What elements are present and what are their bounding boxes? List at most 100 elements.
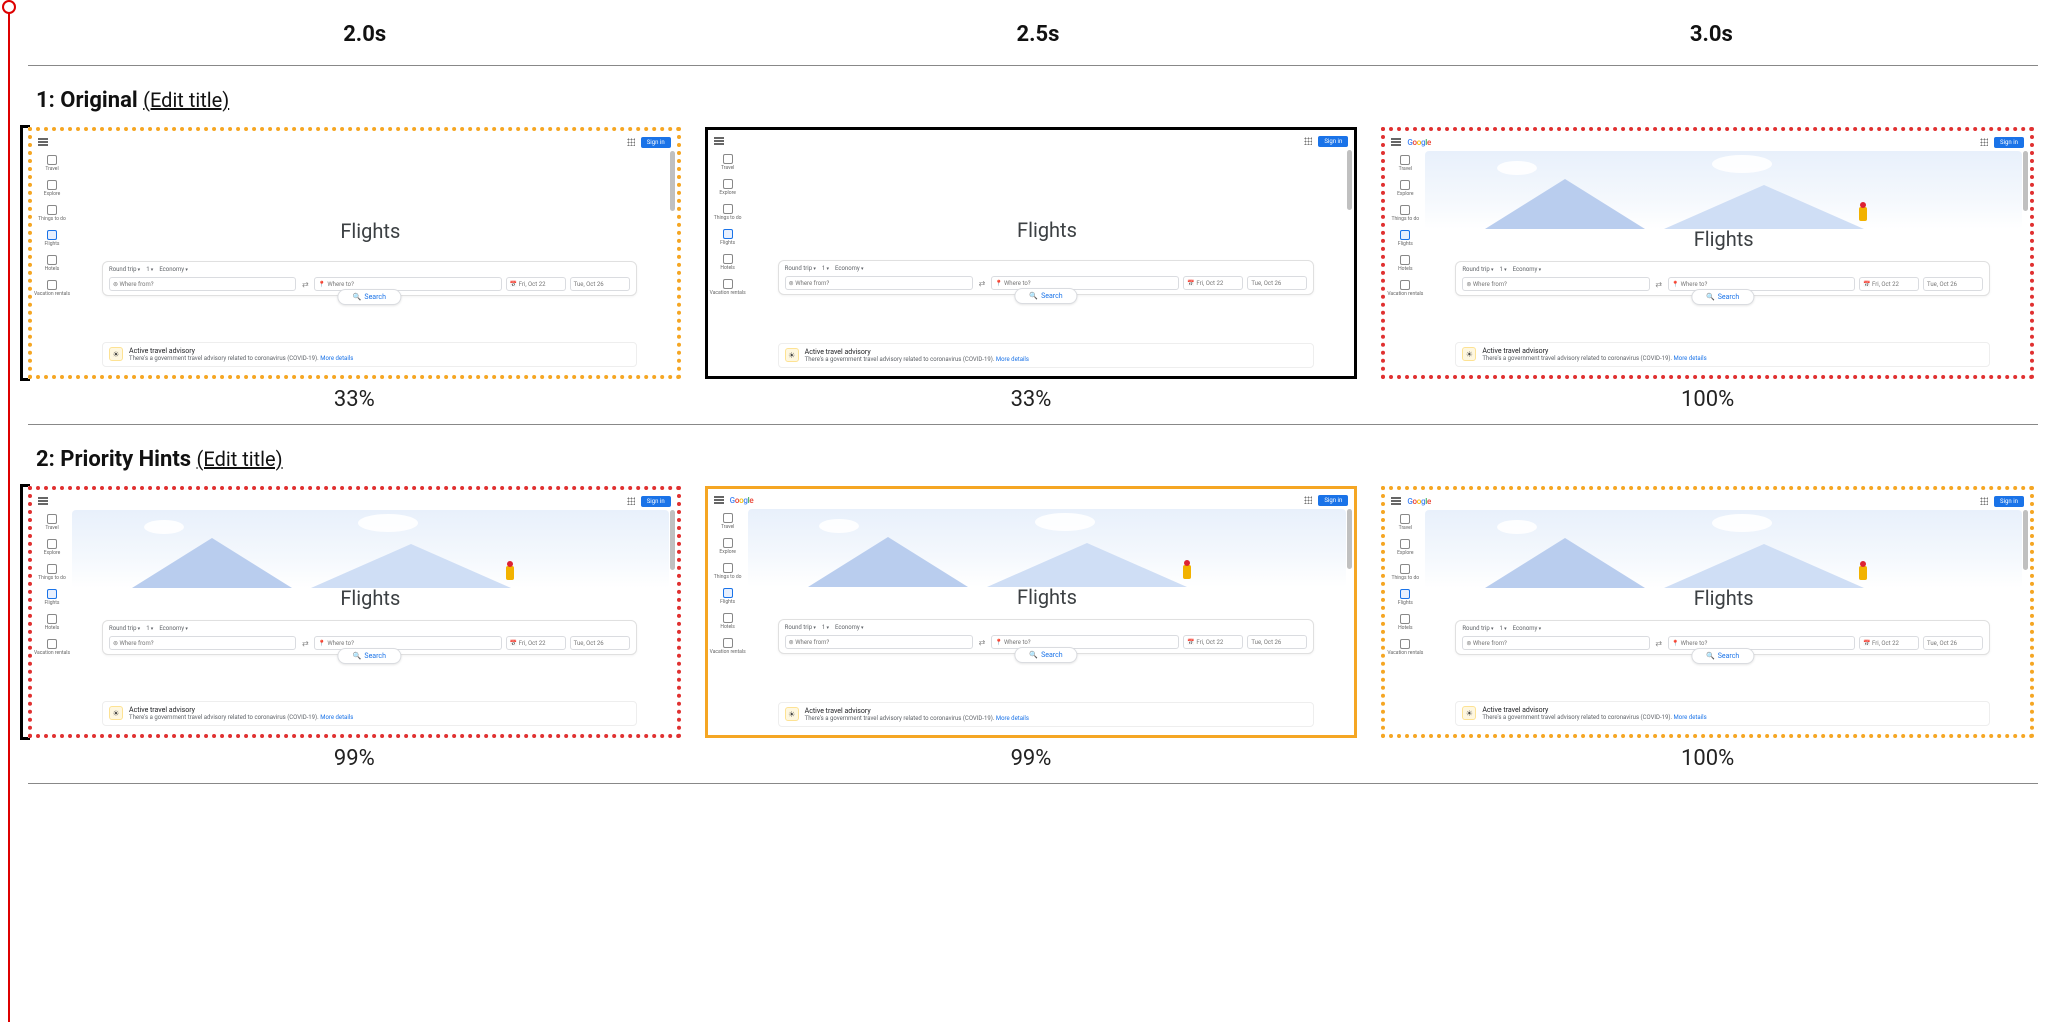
search-button[interactable]: 🔍Search xyxy=(338,648,401,664)
screenshot-frame[interactable]: Google Sign in Travel Explore Things to … xyxy=(705,486,1358,738)
screenshot-frame[interactable]: Google Sign in Travel Explore Things to … xyxy=(705,127,1358,379)
sidebar-rentals-icon[interactable] xyxy=(1400,280,1410,290)
sidebar-rentals-icon[interactable] xyxy=(47,639,57,649)
hamburger-icon[interactable] xyxy=(38,138,48,146)
passengers-chip[interactable]: 1 xyxy=(822,624,829,631)
sidebar-rentals-icon[interactable] xyxy=(47,280,57,290)
sidebar-hotels-icon[interactable] xyxy=(723,613,733,623)
apps-grid-icon[interactable] xyxy=(1980,138,1988,146)
apps-grid-icon[interactable] xyxy=(1304,496,1312,504)
search-button[interactable]: 🔍Search xyxy=(1691,289,1754,305)
sidebar-explore-icon[interactable] xyxy=(1400,539,1410,549)
apps-grid-icon[interactable] xyxy=(1980,497,1988,505)
sidebar-things-icon[interactable] xyxy=(47,564,57,574)
scrollbar[interactable] xyxy=(1347,150,1352,210)
depart-date-input[interactable]: 📅 Fri, Oct 22 xyxy=(1859,636,1919,650)
trip-type-chip[interactable]: Round trip xyxy=(1462,625,1493,632)
hamburger-icon[interactable] xyxy=(1391,138,1401,146)
trip-type-chip[interactable]: Round trip xyxy=(785,624,816,631)
sidebar-travel-icon[interactable] xyxy=(47,514,57,524)
hamburger-icon[interactable] xyxy=(714,137,724,145)
apps-grid-icon[interactable] xyxy=(627,497,635,505)
return-date-input[interactable]: Tue, Oct 26 xyxy=(1923,277,1983,291)
trip-type-chip[interactable]: Round trip xyxy=(109,625,140,632)
return-date-input[interactable]: Tue, Oct 26 xyxy=(570,636,630,650)
advisory-more-link[interactable]: More details xyxy=(1674,714,1707,721)
edit-title-link[interactable]: (Edit title) xyxy=(197,447,283,471)
screenshot-frame[interactable]: Google Sign in Travel Explore Things to … xyxy=(1381,486,2034,738)
hamburger-icon[interactable] xyxy=(1391,497,1401,505)
advisory-more-link[interactable]: More details xyxy=(320,714,353,721)
sidebar-rentals-icon[interactable] xyxy=(1400,639,1410,649)
scrollbar[interactable] xyxy=(2023,151,2028,211)
sign-in-button[interactable]: Sign in xyxy=(1318,136,1348,147)
depart-date-input[interactable]: 📅 Fri, Oct 22 xyxy=(1859,277,1919,291)
passengers-chip[interactable]: 1 xyxy=(1500,625,1507,632)
sidebar-travel-icon[interactable] xyxy=(723,513,733,523)
class-chip[interactable]: Economy xyxy=(835,624,864,631)
return-date-input[interactable]: Tue, Oct 26 xyxy=(1247,276,1307,290)
depart-date-input[interactable]: 📅 Fri, Oct 22 xyxy=(1183,276,1243,290)
sidebar-things-icon[interactable] xyxy=(723,563,733,573)
sidebar-flights-icon[interactable] xyxy=(723,588,733,598)
sidebar-travel-icon[interactable] xyxy=(1400,155,1410,165)
advisory-more-link[interactable]: More details xyxy=(996,356,1029,363)
sign-in-button[interactable]: Sign in xyxy=(1994,496,2024,507)
class-chip[interactable]: Economy xyxy=(1513,625,1542,632)
class-chip[interactable]: Economy xyxy=(159,266,188,273)
sidebar-hotels-icon[interactable] xyxy=(723,254,733,264)
hamburger-icon[interactable] xyxy=(714,496,724,504)
screenshot-frame[interactable]: Google Sign in Travel Explore Things to … xyxy=(28,486,681,738)
sidebar-things-icon[interactable] xyxy=(1400,564,1410,574)
trip-type-chip[interactable]: Round trip xyxy=(785,265,816,272)
apps-grid-icon[interactable] xyxy=(627,138,635,146)
sign-in-button[interactable]: Sign in xyxy=(1318,495,1348,506)
depart-date-input[interactable]: 📅 Fri, Oct 22 xyxy=(506,277,566,291)
sidebar-travel-icon[interactable] xyxy=(1400,514,1410,524)
swap-icon[interactable]: ⇄ xyxy=(1654,636,1664,650)
class-chip[interactable]: Economy xyxy=(159,625,188,632)
origin-input[interactable]: ⊚ Where from? xyxy=(109,277,296,291)
origin-input[interactable]: ⊚ Where from? xyxy=(1462,636,1649,650)
advisory-more-link[interactable]: More details xyxy=(320,355,353,362)
advisory-more-link[interactable]: More details xyxy=(996,715,1029,722)
sidebar-rentals-icon[interactable] xyxy=(723,638,733,648)
sidebar-hotels-icon[interactable] xyxy=(1400,614,1410,624)
swap-icon[interactable]: ⇄ xyxy=(1654,277,1664,291)
sidebar-explore-icon[interactable] xyxy=(47,180,57,190)
depart-date-input[interactable]: 📅 Fri, Oct 22 xyxy=(1183,635,1243,649)
sign-in-button[interactable]: Sign in xyxy=(1994,137,2024,148)
sign-in-button[interactable]: Sign in xyxy=(641,496,671,507)
passengers-chip[interactable]: 1 xyxy=(1500,266,1507,273)
passengers-chip[interactable]: 1 xyxy=(822,265,829,272)
search-button[interactable]: 🔍Search xyxy=(1014,647,1077,663)
swap-icon[interactable]: ⇄ xyxy=(977,276,987,290)
search-button[interactable]: 🔍Search xyxy=(338,289,401,305)
scrollbar[interactable] xyxy=(670,151,675,211)
origin-input[interactable]: ⊚ Where from? xyxy=(1462,277,1649,291)
passengers-chip[interactable]: 1 xyxy=(146,625,153,632)
sidebar-explore-icon[interactable] xyxy=(723,538,733,548)
origin-input[interactable]: ⊚ Where from? xyxy=(109,636,296,650)
sidebar-explore-icon[interactable] xyxy=(47,539,57,549)
sidebar-flights-icon[interactable] xyxy=(1400,589,1410,599)
edit-title-link[interactable]: (Edit title) xyxy=(143,88,229,112)
screenshot-frame[interactable]: Google Sign in Travel Explore Things to … xyxy=(1381,127,2034,379)
origin-input[interactable]: ⊚ Where from? xyxy=(785,635,973,649)
scrollbar[interactable] xyxy=(670,510,675,570)
trip-type-chip[interactable]: Round trip xyxy=(1462,266,1493,273)
sign-in-button[interactable]: Sign in xyxy=(641,137,671,148)
sidebar-explore-icon[interactable] xyxy=(723,179,733,189)
return-date-input[interactable]: Tue, Oct 26 xyxy=(570,277,630,291)
search-button[interactable]: 🔍Search xyxy=(1014,288,1077,304)
class-chip[interactable]: Economy xyxy=(1513,266,1542,273)
swap-icon[interactable]: ⇄ xyxy=(300,277,310,291)
trip-type-chip[interactable]: Round trip xyxy=(109,266,140,273)
scrollbar[interactable] xyxy=(2023,510,2028,570)
sidebar-flights-icon[interactable] xyxy=(723,229,733,239)
depart-date-input[interactable]: 📅 Fri, Oct 22 xyxy=(506,636,566,650)
sidebar-flights-icon[interactable] xyxy=(47,230,57,240)
swap-icon[interactable]: ⇄ xyxy=(300,636,310,650)
return-date-input[interactable]: Tue, Oct 26 xyxy=(1247,635,1307,649)
origin-input[interactable]: ⊚ Where from? xyxy=(785,276,973,290)
